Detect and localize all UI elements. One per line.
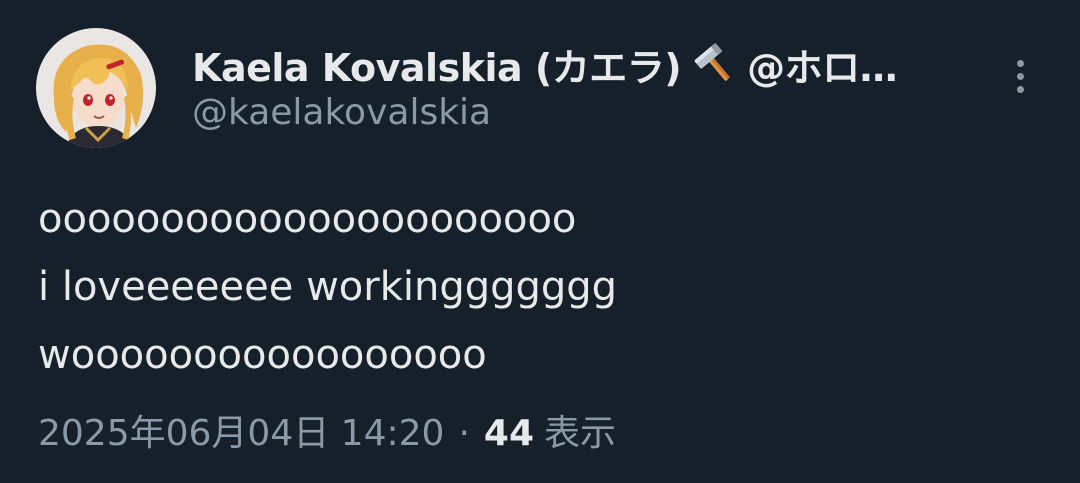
more-dot-icon xyxy=(1016,59,1024,67)
author-display-name[interactable]: Kaela Kovalskia (カエラ) xyxy=(192,37,682,92)
hammer-icon xyxy=(693,42,737,86)
views-label: 表示 xyxy=(544,413,617,454)
meta-separator: · xyxy=(458,413,470,454)
tweet-meta: 2025年06月04日 14:20 · 44 表示 xyxy=(38,404,616,456)
author-handle[interactable]: @kaelakovalskia xyxy=(192,92,491,133)
tweet-text-line: wooooooooooooooooo xyxy=(38,332,487,378)
avatar[interactable] xyxy=(36,28,156,148)
tweet-text: oooooooooooooooooooooo i loveeeeeee work… xyxy=(38,185,1038,389)
more-dot-icon xyxy=(1016,85,1024,93)
views-count[interactable]: 44 xyxy=(484,413,534,454)
tweet-timestamp[interactable]: 2025年06月04日 14:20 xyxy=(38,404,444,456)
tweet-detail: Kaela Kovalskia (カエラ) @ホロ… @kaelakovalsk… xyxy=(0,0,1080,483)
more-dot-icon xyxy=(1016,72,1024,80)
tweet-text-line: i loveeeeeee workinggggggg xyxy=(38,264,618,310)
tweet-text-line: oooooooooooooooooooooo xyxy=(38,196,577,242)
author-name-row: Kaela Kovalskia (カエラ) @ホロ… xyxy=(192,36,952,92)
more-options-button[interactable] xyxy=(1000,50,1040,102)
avatar-image xyxy=(36,28,156,148)
author-name-suffix[interactable]: @ホロ… xyxy=(747,37,898,92)
